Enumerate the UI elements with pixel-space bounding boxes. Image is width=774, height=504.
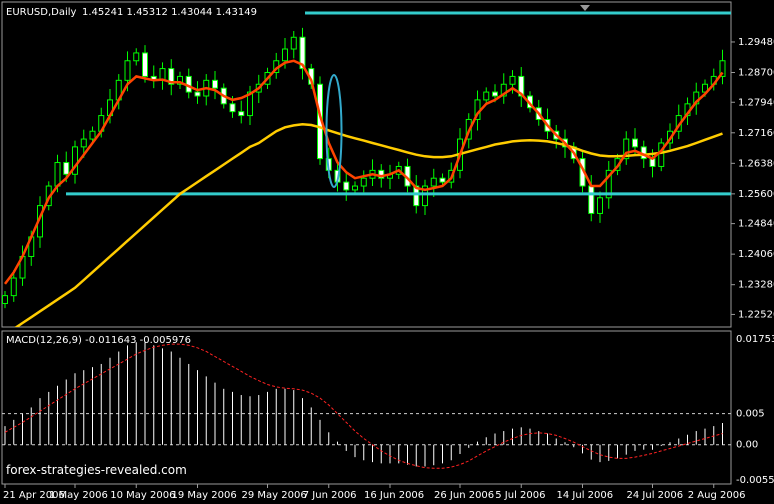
macd-tick-label: -0.005589 [736, 475, 774, 486]
price-tick-label: 1.26380 [738, 158, 774, 169]
candle-body-up [430, 177, 437, 187]
candle-body-up [89, 130, 96, 140]
candle-body-down [238, 111, 245, 117]
time-tick-label: 26 Jun 2006 [434, 490, 494, 501]
candle-body-up [509, 75, 516, 85]
candle-body-down [632, 138, 638, 148]
candle-body-down [439, 177, 446, 183]
macd-tick-label: 0.00 [736, 440, 758, 451]
price-tick-label: 1.24840 [738, 219, 774, 230]
candle-body-up [124, 60, 131, 81]
price-tick-label: 1.27940 [738, 97, 774, 108]
candle-body-down [212, 79, 218, 89]
price-tick-label: 1.28700 [738, 68, 774, 79]
candle-body-up [10, 277, 17, 297]
macd-tick-label: 0.017534 [736, 334, 774, 345]
time-tick-label: 16 Jun 2006 [364, 490, 424, 501]
time-tick-label: 29 May 2006 [242, 490, 307, 501]
ohlc-label: 1.45241 1.45312 1.43044 1.43149 [82, 7, 257, 18]
price-tick-label: 1.24060 [738, 249, 774, 260]
candle-body-up [2, 295, 8, 304]
candle-body-down [343, 181, 350, 191]
candle-body-up [80, 138, 87, 148]
candle-body-up [352, 185, 358, 191]
price-tick-label: 1.27160 [738, 128, 774, 139]
candle-body-down [229, 103, 236, 113]
candle-body-up [597, 197, 603, 214]
candle-body-up [360, 177, 367, 187]
time-tick-label: 24 Jul 2006 [627, 490, 684, 501]
candle-body-down [142, 52, 148, 77]
watermark: forex-strategies-revealed.com [6, 463, 187, 477]
symbol-label: EURUSD,Daily [6, 7, 77, 18]
price-tick-label: 1.22520 [738, 309, 774, 320]
candle-body-down [63, 162, 70, 175]
macd-tick-label: 0.005 [736, 409, 765, 420]
time-tick-label: 14 Jul 2006 [557, 490, 614, 501]
candle-body-up [54, 162, 61, 187]
forex-chart: 1.29480 1.28700 1.27940 1.27160 1.26380 1.256… [0, 0, 774, 504]
time-tick-label: 1 May 2006 [49, 490, 108, 501]
candle-body-up [483, 91, 490, 101]
time-tick-label: 7 Jun 2006 [303, 490, 357, 501]
candle-body-up [290, 36, 297, 50]
candle-body-down [194, 91, 201, 97]
time-tick-label: 5 Jul 2006 [495, 490, 545, 501]
time-tick-label: 19 May 2006 [172, 490, 237, 501]
macd-label: MACD(12,26,9) -0.011643 -0.005976 [6, 335, 191, 346]
time-tick-label: 10 May 2006 [110, 490, 175, 501]
price-tick-label: 1.29480 [738, 37, 774, 48]
candle-body-down [588, 185, 595, 214]
candle-body-down [492, 91, 498, 97]
price-tick-label: 1.23280 [738, 280, 774, 291]
candle [658, 138, 665, 172]
candle-body-up [282, 48, 288, 62]
candle-body-up [133, 52, 140, 62]
time-tick-label: 2 Aug 2006 [688, 490, 746, 501]
price-tick-label: 1.25600 [738, 189, 774, 200]
